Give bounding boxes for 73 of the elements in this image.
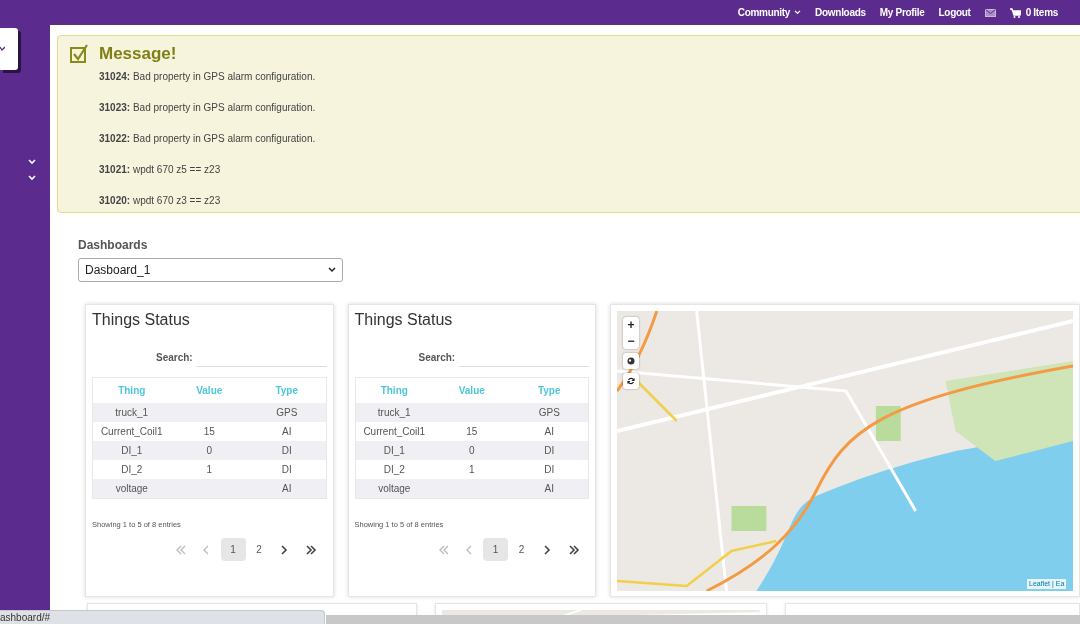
table-cell-text: DI_1 [120,444,144,458]
column-header: Type [274,384,300,398]
table-cell-text: GPS [275,406,299,420]
column-header: Value [195,384,224,398]
table-cell-text: AI [543,482,555,496]
table-cell-text: 1 [467,463,476,477]
chevron-down-icon [794,10,802,15]
cart-link[interactable]: 0 Items [1009,5,1058,20]
column-header: Thing [379,384,409,398]
chevron-down-icon [328,267,336,273]
refresh-button[interactable] [623,373,639,389]
card-title: Things Status [92,310,191,330]
table-cell-text: 0 [205,444,214,458]
table-cell-text: DI_2 [382,463,406,477]
table-cell-text: DI [280,444,293,458]
table-cell-text: 0 [467,444,476,458]
table-cell-text: DI_2 [120,463,144,477]
chevron-icon [0,46,5,52]
pagination-button[interactable]: 2 [509,538,534,562]
table-cell-text: GPS [537,406,561,420]
community-menu-link[interactable]: Community [737,5,802,20]
table-cell-text: voltage [114,482,149,496]
double-chevron-left-icon [437,544,450,555]
chevron-down-icon[interactable] [28,159,36,165]
mail-icon[interactable] [984,8,996,17]
column-header: Type [536,384,562,398]
status-bar: ashboard/# [0,610,325,624]
zoom-button[interactable]: + [623,317,639,333]
search-label: Search: [418,351,456,365]
table-cell-text: 15 [202,425,216,439]
message-text: 31020: wpdt 670 z3 == z23 [99,194,222,207]
table-cell-text: DI [543,463,556,477]
cart-icon [1009,7,1021,18]
nav-link[interactable]: My Profile [879,5,925,20]
table-cell-text: 1 [205,463,214,477]
message-text: 31021: wpdt 670 z5 == z23 [99,163,222,176]
globe-icon [627,357,635,365]
globe-button[interactable] [623,353,639,369]
checkbox-icon [70,44,89,63]
dashboards-label: Dashboards [78,237,149,254]
search-label: Search: [156,351,193,365]
table-cell-text: truck_1 [114,406,150,420]
table-cell-text: Current_Coil1 [362,425,427,439]
refresh-icon [627,377,635,385]
pagination-button[interactable]: 2 [246,538,272,562]
chevron-down-icon[interactable] [28,175,36,181]
table-cell-text: AI [281,482,293,496]
double-chevron-right-icon [567,544,580,555]
table-cell-text: DI [543,444,556,458]
nav-link[interactable]: Logout [938,5,971,20]
message-text: 31024: Bad property in GPS alarm configuration. [99,70,316,83]
column-header: Value [457,384,486,398]
pagination-button[interactable]: 1 [483,538,508,562]
pagination-button[interactable]: 1 [220,538,246,562]
table-cell-text: AI [281,425,293,439]
card-title: Things Status [354,310,454,330]
table-cell-text: voltage [377,482,412,496]
table-cell-text: 15 [465,425,479,439]
message-title: Message! [99,44,178,64]
table-cell-text: AI [543,425,555,439]
column-header: Thing [117,384,147,398]
dashboard-select[interactable]: Dasboard_1 [78,258,343,282]
nav-link[interactable]: Downloads [815,5,866,20]
table-cell-text: truck_1 [376,406,412,420]
table-cell-text: Current_Coil1 [99,425,164,439]
message-text: 31023: Bad property in GPS alarm configuration. [99,101,316,114]
double-chevron-right-icon [305,544,317,555]
scrollbar[interactable] [326,615,1080,624]
double-chevron-left-icon [175,544,187,555]
table-cell-text: DI_1 [382,444,406,458]
message-text: 31022: Bad property in GPS alarm configuration. [99,132,316,145]
zoom-button[interactable]: − [623,333,639,349]
table-cell-text: DI [280,463,293,477]
